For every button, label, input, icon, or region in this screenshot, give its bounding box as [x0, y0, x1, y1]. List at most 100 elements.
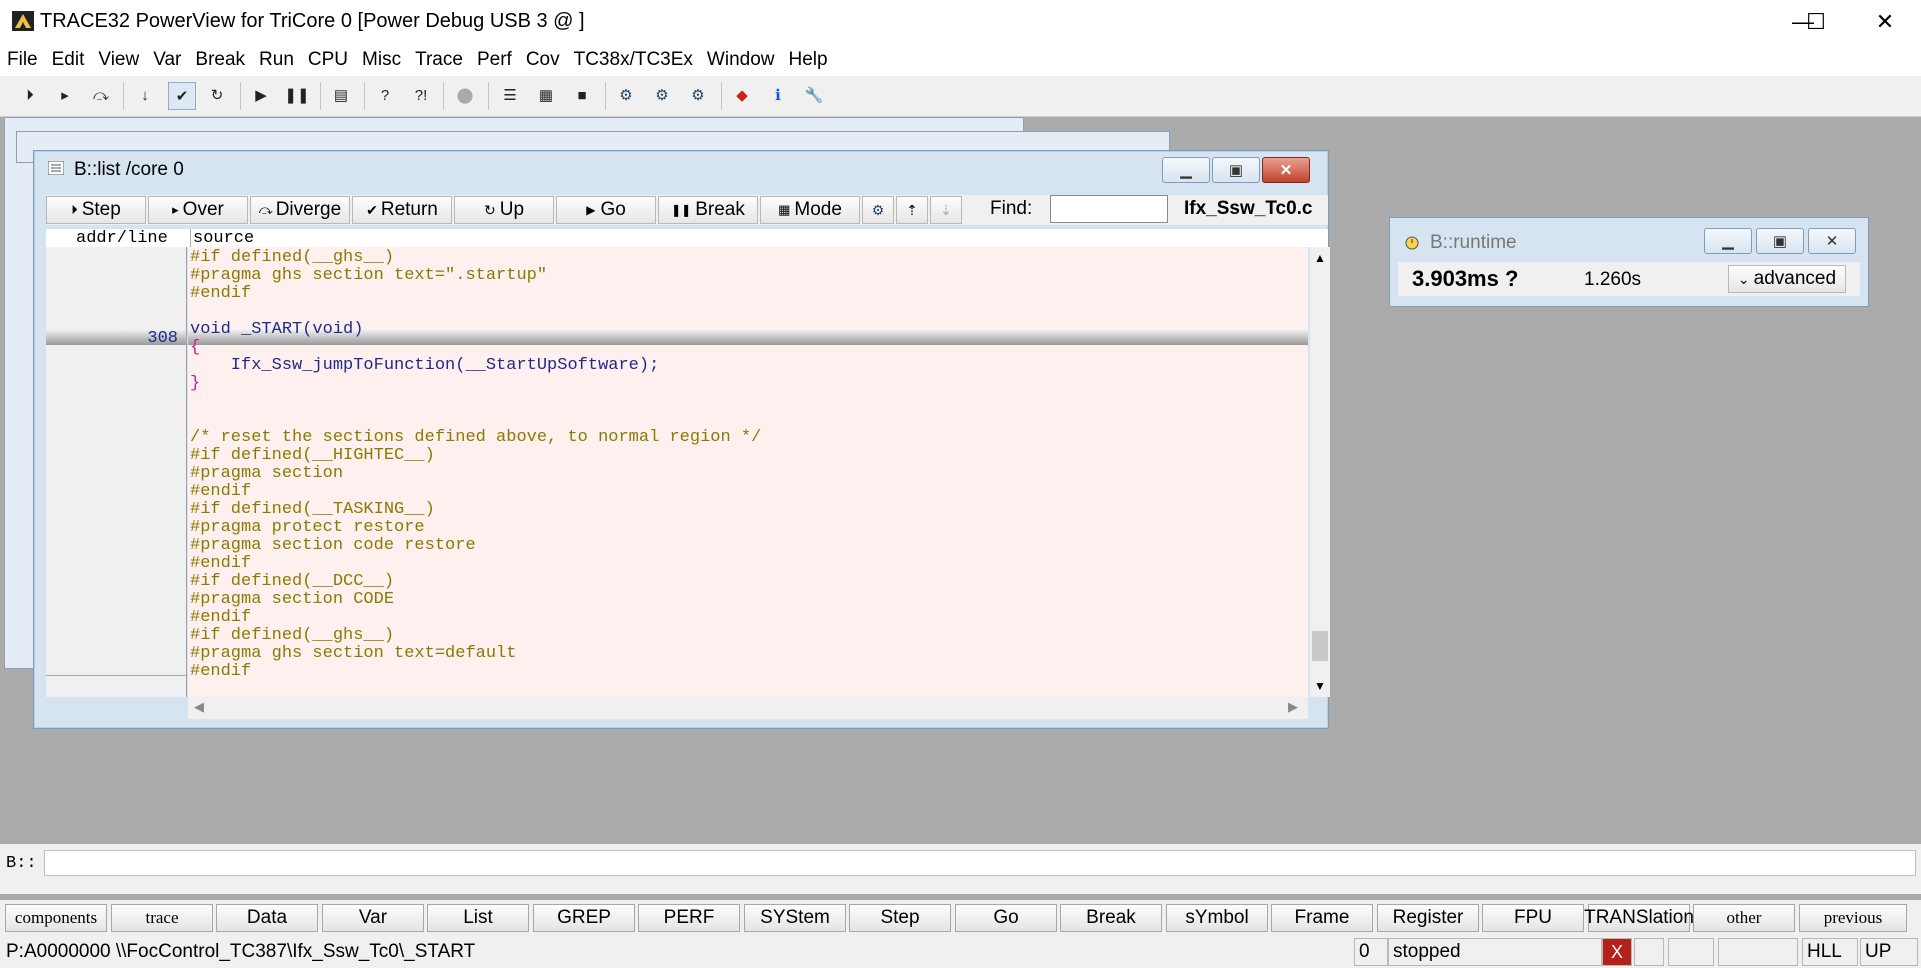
scroll-down-icon[interactable]: ▼	[1314, 679, 1326, 693]
break-icon[interactable]: ❚❚	[284, 82, 310, 108]
vertical-scrollbar[interactable]: ▲ ▼	[1310, 247, 1330, 697]
frame-down-button[interactable]: ⇣	[930, 196, 962, 224]
softkey-fpu[interactable]: FPU	[1482, 904, 1584, 932]
go-button[interactable]: ▶ Go	[556, 196, 656, 224]
softkey-list[interactable]: List	[427, 904, 529, 932]
memory-icon[interactable]: ▦	[533, 82, 559, 108]
softkey-system[interactable]: SYStem	[744, 904, 846, 932]
runtime-close-button[interactable]: ✕	[1808, 228, 1856, 254]
source-line[interactable]: #pragma protect restore	[190, 518, 425, 537]
softkey-grep[interactable]: GREP	[533, 904, 635, 932]
source-line[interactable]: }	[190, 374, 200, 393]
horizontal-scrollbar[interactable]: ◀ ▶	[188, 697, 1308, 719]
menu-tc38x[interactable]: TC38x/TC3Ex	[567, 49, 700, 71]
source-line[interactable]: #pragma section CODE	[190, 590, 394, 609]
maximize-button[interactable]: ☐	[1784, 0, 1848, 44]
source-pane[interactable]: #if defined(__ghs__) #pragma ghs section …	[188, 247, 1308, 697]
source-line[interactable]: #if defined(__ghs__)	[190, 248, 394, 267]
list-window-titlebar[interactable]: B::list /core 0 ▁ ▣ ✕	[34, 151, 1328, 187]
softkey-translation[interactable]: TRANSlation	[1584, 904, 1694, 932]
go-icon[interactable]: ▶	[248, 82, 274, 108]
command-input[interactable]	[44, 850, 1916, 876]
menu-edit[interactable]: Edit	[45, 49, 92, 71]
diverge-button[interactable]: ⤼ Diverge	[250, 196, 350, 224]
softkey-var[interactable]: Var	[322, 904, 424, 932]
var-view-button[interactable]: ⚙	[862, 196, 894, 224]
info-icon[interactable]: ℹ	[765, 82, 791, 108]
source-line[interactable]: #endif	[190, 284, 251, 303]
source-line[interactable]: {	[190, 338, 200, 357]
menu-view[interactable]: View	[91, 49, 146, 71]
softkey-go[interactable]: Go	[955, 904, 1057, 932]
runtime-minimize-button[interactable]: ▁	[1704, 228, 1752, 254]
source-line[interactable]: #endif	[190, 662, 251, 681]
return-button[interactable]: ✔ Return	[352, 196, 452, 224]
menu-cov[interactable]: Cov	[519, 49, 567, 71]
step-button[interactable]: ⏵ Step	[46, 196, 146, 224]
source-line[interactable]: #endif	[190, 554, 251, 573]
source-line[interactable]: #if defined(__HIGHTEC__)	[190, 446, 435, 465]
find-input[interactable]	[1050, 195, 1168, 223]
softkey-register[interactable]: Register	[1377, 904, 1479, 932]
col-addr-header[interactable]: addr/line	[76, 229, 168, 248]
scroll-up-icon[interactable]: ▲	[1314, 251, 1326, 265]
break-button[interactable]: ❚❚ Break	[658, 196, 758, 224]
menu-var[interactable]: Var	[146, 49, 188, 71]
var-frame-icon[interactable]: ⚙	[685, 82, 711, 108]
menu-break[interactable]: Break	[188, 49, 252, 71]
close-button[interactable]: ✕	[1852, 0, 1918, 44]
source-line[interactable]: void _START(void)	[190, 320, 363, 339]
softkey-previous[interactable]: previous	[1799, 904, 1907, 932]
list-close-button[interactable]: ✕	[1262, 157, 1310, 183]
up-button[interactable]: ↻ Up	[454, 196, 554, 224]
source-line[interactable]: #pragma ghs section text=".startup"	[190, 266, 547, 285]
col-source-header[interactable]: source	[190, 229, 254, 248]
menu-perf[interactable]: Perf	[470, 49, 519, 71]
source-line[interactable]: #pragma section	[190, 464, 343, 483]
menu-window[interactable]: Window	[700, 49, 782, 71]
softkey-other[interactable]: other	[1693, 904, 1795, 932]
menu-file[interactable]: File	[0, 49, 45, 71]
var-watch-icon[interactable]: ⚙	[613, 82, 639, 108]
source-line[interactable]: #endif	[190, 608, 251, 627]
source-line[interactable]: #pragma ghs section text=default	[190, 644, 516, 663]
source-line[interactable]: /* reset the sections defined above, to …	[190, 428, 761, 447]
menu-help[interactable]: Help	[782, 49, 835, 71]
status-error-indicator[interactable]: X	[1602, 938, 1632, 966]
register-icon[interactable]: ☰	[497, 82, 523, 108]
up-icon[interactable]: ↻	[204, 82, 230, 108]
source-line[interactable]: #endif	[190, 482, 251, 501]
softkey-data[interactable]: Data	[216, 904, 318, 932]
step-icon[interactable]: ⏵	[17, 82, 43, 108]
address-pane[interactable]: 308	[46, 247, 187, 697]
list-maximize-button[interactable]: ▣	[1212, 157, 1260, 183]
settings-icon[interactable]: 🔧	[801, 82, 827, 108]
menu-run[interactable]: Run	[252, 49, 301, 71]
source-line[interactable]: Ifx_Ssw_jumpToFunction(__StartUpSoftware…	[190, 356, 659, 375]
var-local-icon[interactable]: ⚙	[649, 82, 675, 108]
context-help-icon[interactable]: ?!	[408, 82, 434, 108]
softkey-trace[interactable]: trace	[111, 904, 213, 932]
scroll-thumb[interactable]	[1312, 631, 1328, 661]
runtime-window[interactable]: B::runtime ▁ ▣ ✕ 3.903ms ? 1.260s ⌄ advan…	[1389, 217, 1869, 307]
list-window[interactable]: B::list /core 0 ▁ ▣ ✕ ⏵ Step ▸ Over ⤼ Diver…	[33, 150, 1330, 729]
device-icon[interactable]: ◆	[729, 82, 755, 108]
scroll-right-icon[interactable]: ▶	[1288, 699, 1298, 715]
source-line[interactable]: #pragma section code restore	[190, 536, 476, 555]
source-line[interactable]: #if defined(__TASKING__)	[190, 500, 435, 519]
advanced-button[interactable]: ⌄ advanced	[1728, 265, 1846, 293]
softkey-components[interactable]: components	[5, 904, 107, 932]
step-over-icon[interactable]: ▸	[52, 82, 78, 108]
scroll-left-icon[interactable]: ◀	[194, 699, 204, 715]
mode-button[interactable]: ▦ Mode	[760, 196, 860, 224]
softkey-symbol[interactable]: sYmbol	[1166, 904, 1268, 932]
return-icon[interactable]: ✔	[168, 82, 196, 110]
menu-cpu[interactable]: CPU	[301, 49, 355, 71]
menu-misc[interactable]: Misc	[355, 49, 408, 71]
menu-trace[interactable]: Trace	[408, 49, 470, 71]
list-icon[interactable]: ▤	[328, 82, 354, 108]
source-line[interactable]: #if defined(__DCC__)	[190, 572, 394, 591]
step-diverge-icon[interactable]: ⤼	[88, 82, 114, 108]
list-minimize-button[interactable]: ▁	[1162, 157, 1210, 183]
softkey-break[interactable]: Break	[1060, 904, 1162, 932]
